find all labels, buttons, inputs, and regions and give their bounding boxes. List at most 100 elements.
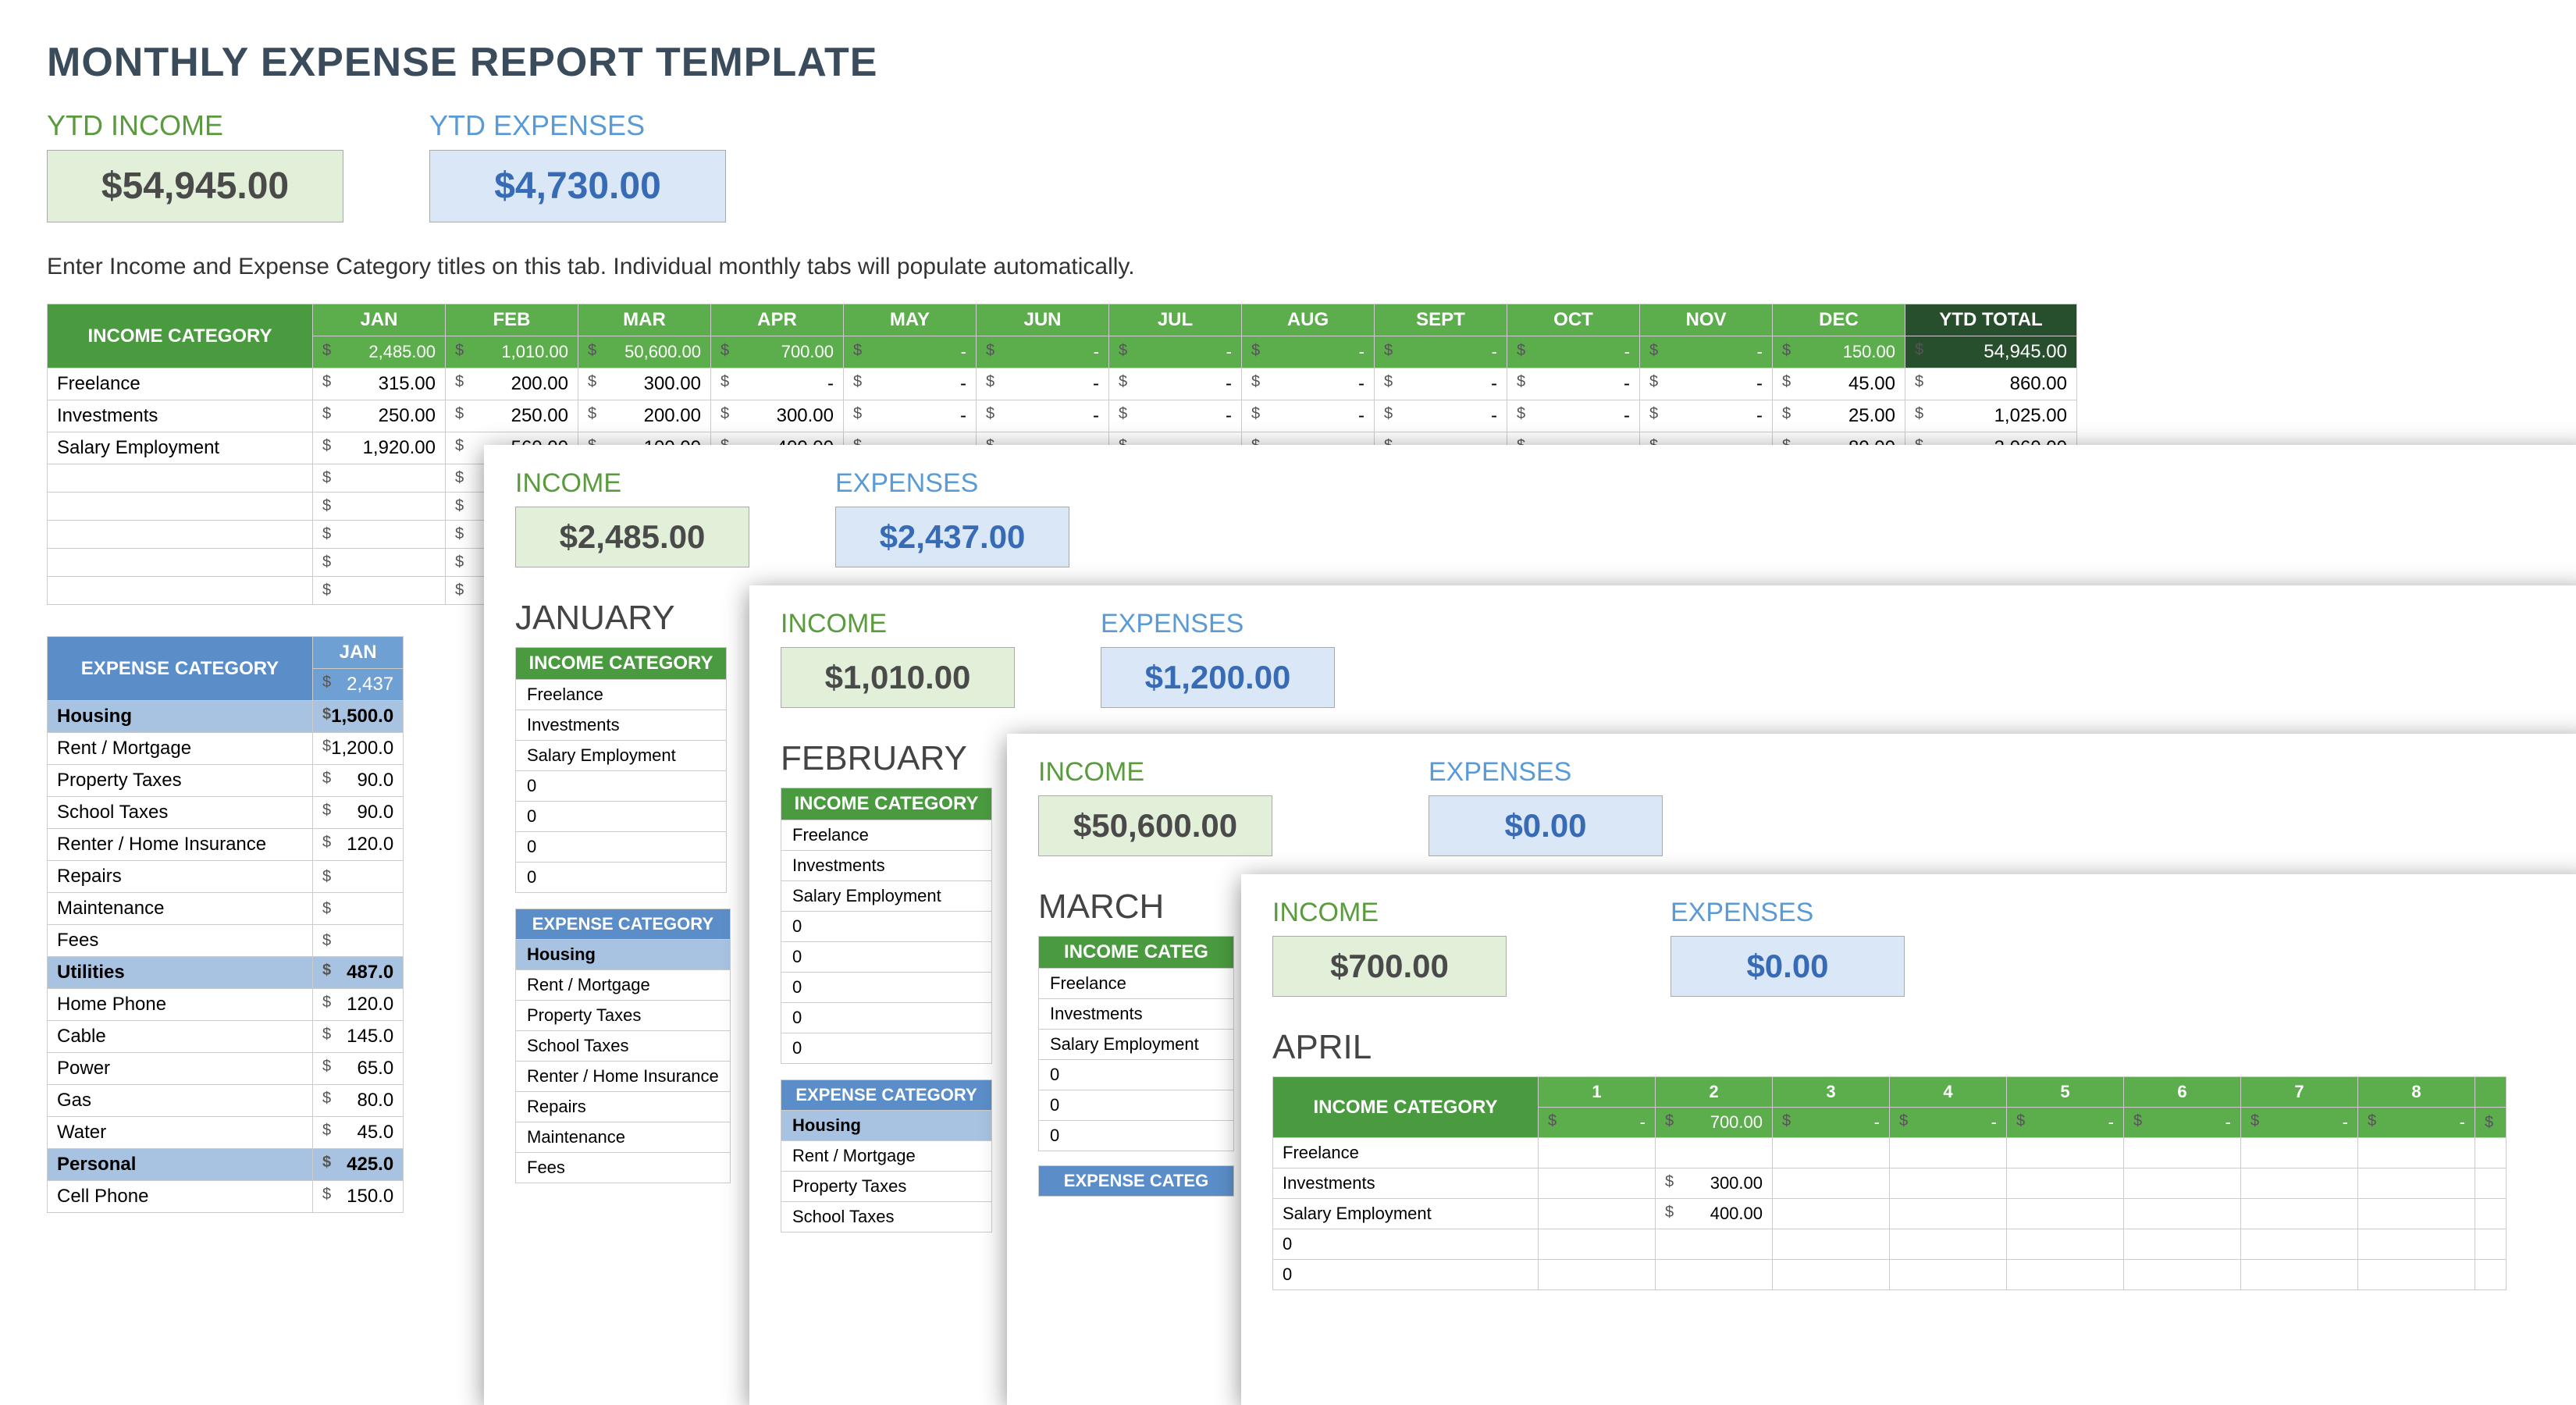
table-row[interactable]: Investments$250.00$250.00$200.00$300.00$… xyxy=(48,400,2077,432)
table-row[interactable]: Repairs$ xyxy=(48,861,404,893)
table-row[interactable]: Water$45.0 xyxy=(48,1117,404,1149)
table-row[interactable]: Renter / Home Insurance$120.0 xyxy=(48,829,404,861)
day-header: 5 xyxy=(2007,1077,2124,1108)
month-header: JUL xyxy=(1109,304,1242,336)
apr-expense-value: $0.00 xyxy=(1670,936,1905,997)
list-item[interactable]: Salary Employment xyxy=(781,881,992,912)
day-header: 6 xyxy=(2124,1077,2241,1108)
month-total: $- xyxy=(1242,336,1375,368)
list-item[interactable]: 0 xyxy=(516,832,727,863)
list-item[interactable]: 0 xyxy=(781,942,992,973)
kpi-row: YTD INCOME $54,945.00 YTD EXPENSES $4,73… xyxy=(47,109,2529,222)
table-row[interactable]: Gas$80.0 xyxy=(48,1085,404,1117)
jan-expense-value: $2,437.00 xyxy=(835,507,1069,567)
mar-income-categories[interactable]: INCOME CATEG FreelanceInvestmentsSalary … xyxy=(1038,936,1234,1151)
ytd-total-value: $54,945.00 xyxy=(1905,336,2077,368)
table-row[interactable]: Rent / Mortgage$1,200.0 xyxy=(48,733,404,765)
list-item[interactable]: Rent / Mortgage xyxy=(781,1141,992,1172)
list-item[interactable]: 0 xyxy=(781,1033,992,1064)
list-item[interactable]: 0 xyxy=(516,771,727,802)
list-item[interactable]: Freelance xyxy=(1039,969,1234,999)
list-item[interactable]: Maintenance xyxy=(516,1122,731,1153)
month-total: $2,485.00 xyxy=(313,336,446,368)
list-item[interactable]: Renter / Home Insurance xyxy=(516,1062,731,1092)
table-row[interactable]: 0 xyxy=(1273,1260,2507,1290)
apr-income-label: INCOME xyxy=(1272,898,1507,928)
list-item[interactable]: School Taxes xyxy=(781,1202,992,1232)
expense-month-header: JAN xyxy=(313,637,404,669)
list-item[interactable]: 0 xyxy=(516,802,727,832)
mar-expense-categories[interactable]: EXPENSE CATEG xyxy=(1038,1165,1234,1197)
list-item[interactable]: Repairs xyxy=(516,1092,731,1122)
list-item[interactable]: School Taxes xyxy=(516,1031,731,1062)
table-row[interactable]: Home Phone$120.0 xyxy=(48,989,404,1021)
month-header: DEC xyxy=(1773,304,1905,336)
ytd-expense-label: YTD EXPENSES xyxy=(429,109,726,142)
expense-category-header: EXPENSE CATEGORY xyxy=(48,637,313,701)
apr-income-value: $700.00 xyxy=(1272,936,1507,997)
table-row[interactable]: Freelance xyxy=(1273,1138,2507,1168)
month-total: $- xyxy=(977,336,1109,368)
table-row[interactable]: Freelance$315.00$200.00$300.00$-$-$-$-$-… xyxy=(48,368,2077,400)
month-header: SEPT xyxy=(1375,304,1507,336)
month-total: $- xyxy=(1507,336,1640,368)
list-item[interactable]: Property Taxes xyxy=(781,1172,992,1202)
list-item[interactable]: Freelance xyxy=(516,680,727,710)
list-item[interactable]: 0 xyxy=(781,1003,992,1033)
table-row[interactable]: Investments$300.00 xyxy=(1273,1168,2507,1199)
day-total: $700.00 xyxy=(1656,1108,1773,1138)
expense-table[interactable]: EXPENSE CATEGORY JAN $2,437 Housing$1,50… xyxy=(47,636,404,1213)
month-header: JUN xyxy=(977,304,1109,336)
panel-april: INCOME $700.00 EXPENSES $0.00 APRIL INCO… xyxy=(1241,874,2576,1405)
list-item[interactable]: Investments xyxy=(1039,999,1234,1030)
feb-expense-value: $1,200.00 xyxy=(1101,647,1335,708)
expense-group-row[interactable]: Housing$1,500.0 xyxy=(48,701,404,733)
page-title: MONTHLY EXPENSE REPORT TEMPLATE xyxy=(47,39,2529,86)
table-row[interactable]: Property Taxes$90.0 xyxy=(48,765,404,797)
expense-group-row[interactable]: Personal$425.0 xyxy=(48,1149,404,1181)
list-item[interactable]: 0 xyxy=(516,863,727,893)
apr-month-name: APRIL xyxy=(1272,1028,2560,1067)
table-row[interactable]: Maintenance$ xyxy=(48,893,404,925)
mar-expense-value: $0.00 xyxy=(1429,795,1663,856)
month-header: JAN xyxy=(313,304,446,336)
table-row[interactable]: Cable$145.0 xyxy=(48,1021,404,1053)
list-item[interactable]: 0 xyxy=(1039,1060,1234,1090)
list-item[interactable]: Freelance xyxy=(781,820,992,851)
hint-text: Enter Income and Expense Category titles… xyxy=(47,254,2529,280)
month-total: $- xyxy=(1640,336,1773,368)
feb-income-value: $1,010.00 xyxy=(781,647,1015,708)
month-total: $700.00 xyxy=(711,336,844,368)
list-item[interactable]: 0 xyxy=(1039,1121,1234,1151)
list-item[interactable]: Rent / Mortgage xyxy=(516,970,731,1001)
expense-group-row[interactable]: Utilities$487.0 xyxy=(48,957,404,989)
list-item[interactable]: 0 xyxy=(1039,1090,1234,1121)
list-item[interactable]: Salary Employment xyxy=(1039,1030,1234,1060)
list-item[interactable]: Fees xyxy=(516,1153,731,1183)
day-total: $- xyxy=(2124,1108,2241,1138)
feb-income-categories[interactable]: INCOME CATEGORY FreelanceInvestmentsSala… xyxy=(781,788,992,1064)
list-item[interactable]: 0 xyxy=(781,973,992,1003)
mar-income-value: $50,600.00 xyxy=(1038,795,1272,856)
list-item[interactable]: Investments xyxy=(781,851,992,881)
list-item[interactable]: Salary Employment xyxy=(516,741,727,771)
table-row[interactable]: Power$65.0 xyxy=(48,1053,404,1085)
feb-expense-categories[interactable]: EXPENSE CATEGORY Housing Rent / Mortgage… xyxy=(781,1080,992,1232)
month-header: MAY xyxy=(844,304,977,336)
table-row[interactable]: School Taxes$90.0 xyxy=(48,797,404,829)
table-row[interactable]: 0 xyxy=(1273,1229,2507,1260)
apr-income-table[interactable]: INCOME CATEGORY12345678 $-$700.00$-$-$-$… xyxy=(1272,1076,2507,1290)
list-item[interactable]: Investments xyxy=(516,710,727,741)
table-row[interactable]: Cell Phone$150.0 xyxy=(48,1181,404,1213)
jan-income-categories[interactable]: INCOME CATEGORY FreelanceInvestmentsSala… xyxy=(515,647,727,893)
list-item[interactable]: Property Taxes xyxy=(516,1001,731,1031)
jan-expense-categories[interactable]: EXPENSE CATEGORY Housing Rent / Mortgage… xyxy=(515,909,731,1183)
list-item[interactable]: 0 xyxy=(781,912,992,942)
table-row[interactable]: Fees$ xyxy=(48,925,404,957)
mar-expense-label: EXPENSES xyxy=(1429,757,1663,788)
day-total: $- xyxy=(1539,1108,1656,1138)
day-total: $- xyxy=(2007,1108,2124,1138)
table-row[interactable]: Salary Employment$400.00 xyxy=(1273,1199,2507,1229)
month-header: NOV xyxy=(1640,304,1773,336)
month-total: $- xyxy=(1109,336,1242,368)
